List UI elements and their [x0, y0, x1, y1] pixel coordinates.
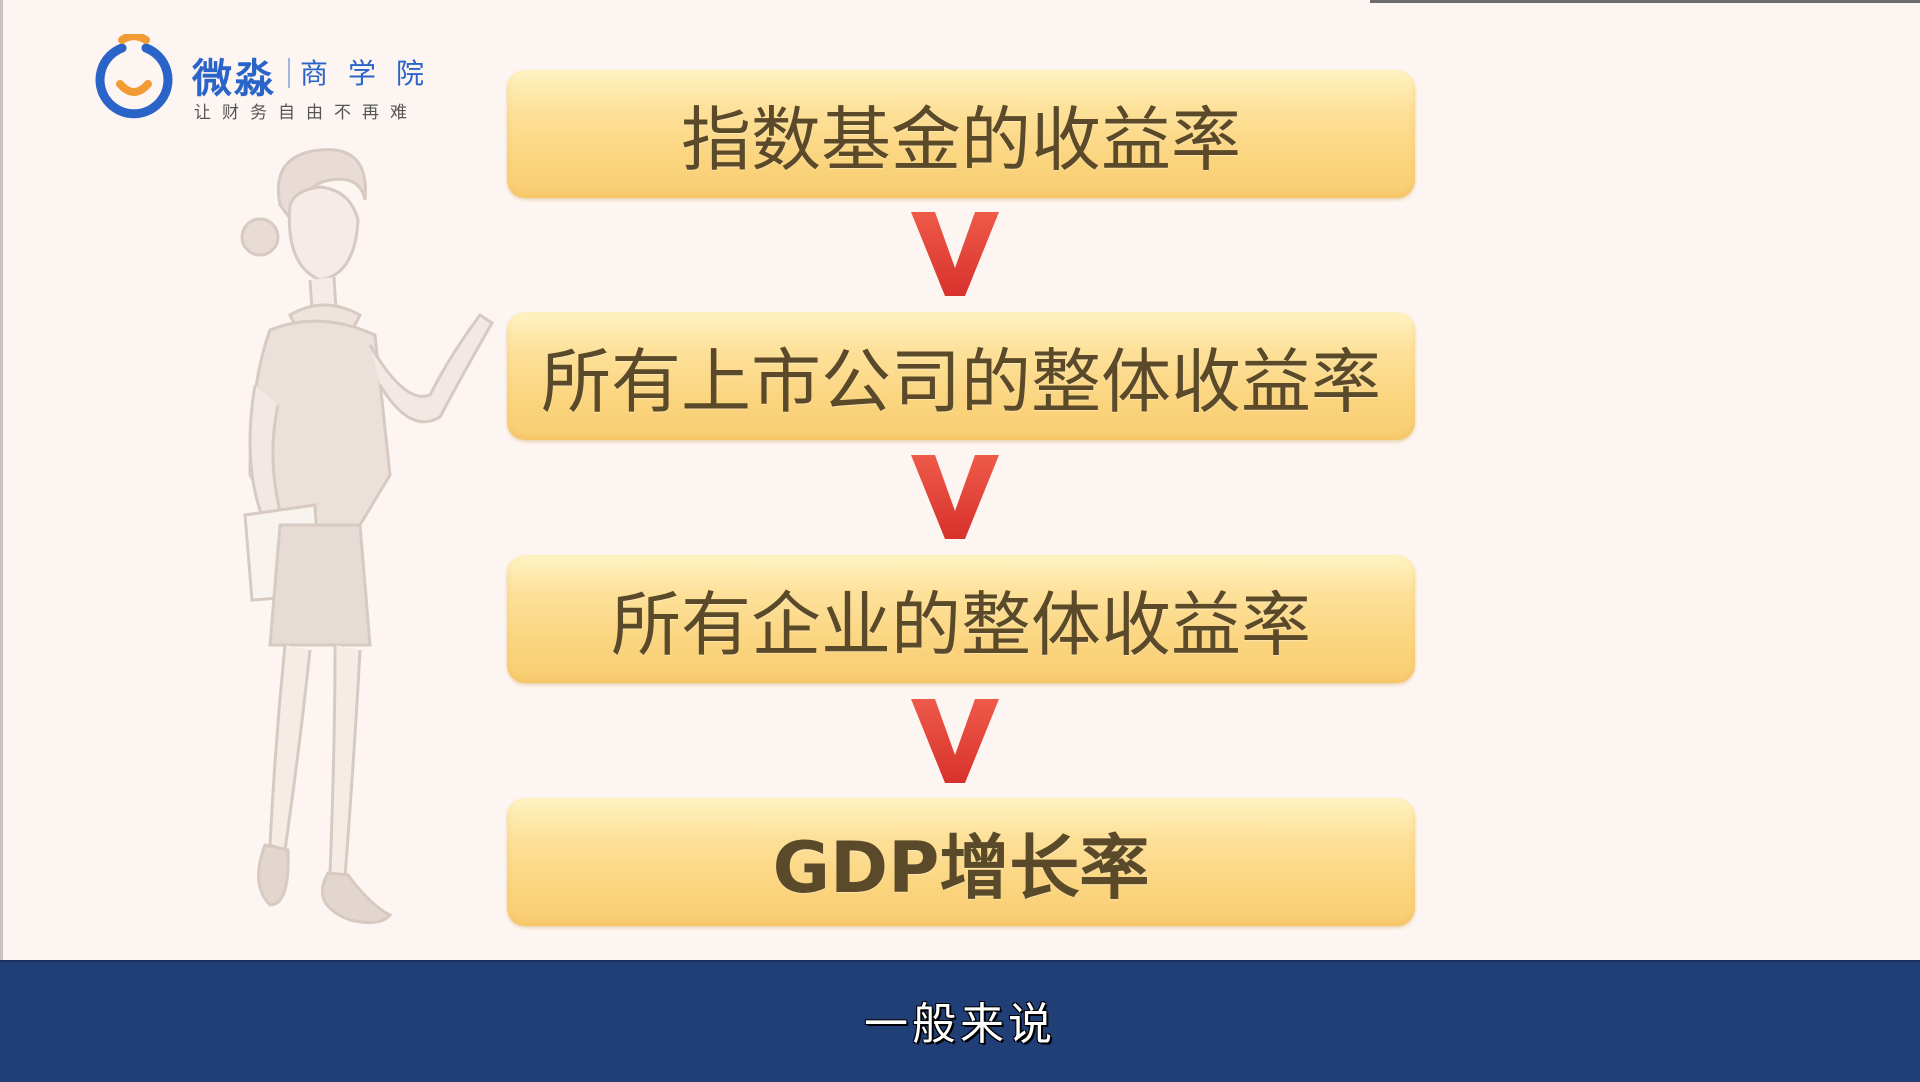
smile-logo-icon: [95, 34, 173, 119]
logo-divider: [288, 58, 290, 88]
greater-than-sign-icon: [911, 212, 999, 296]
logo-slogan: 让财务自由不再难: [194, 103, 418, 123]
chain-box-2: 所有上市公司的整体收益率: [507, 312, 1415, 440]
logo-name: 微淼: [192, 56, 276, 102]
top-rule: [1370, 0, 1920, 3]
video-frame: 微淼 商学院 让财务自由不再难 指数基金的收益率 所有上市公司的整体收益率 所有…: [0, 0, 1920, 1082]
chain-box-label: GDP增长率: [772, 826, 1150, 909]
chain-box-label: 所有企业的整体收益率: [611, 583, 1311, 666]
logo-subtitle: 商学院: [300, 57, 445, 90]
subtitle-text: 一般来说: [864, 999, 1056, 1050]
greater-than-sign-icon: [911, 455, 999, 539]
subtitle-bar: 一般来说: [0, 960, 1920, 1082]
chain-box-3: 所有企业的整体收益率: [507, 555, 1415, 683]
greater-than-sign-icon: [911, 699, 999, 783]
chain-box-4: GDP增长率: [507, 798, 1415, 926]
chain-box-1: 指数基金的收益率: [507, 70, 1415, 198]
chain-box-label: 指数基金的收益率: [681, 98, 1241, 181]
logo: 微淼 商学院 让财务自由不再难: [92, 32, 452, 128]
presenter-illustration: [240, 148, 494, 925]
left-edge: [0, 0, 3, 960]
chain-box-label: 所有上市公司的整体收益率: [541, 340, 1381, 423]
